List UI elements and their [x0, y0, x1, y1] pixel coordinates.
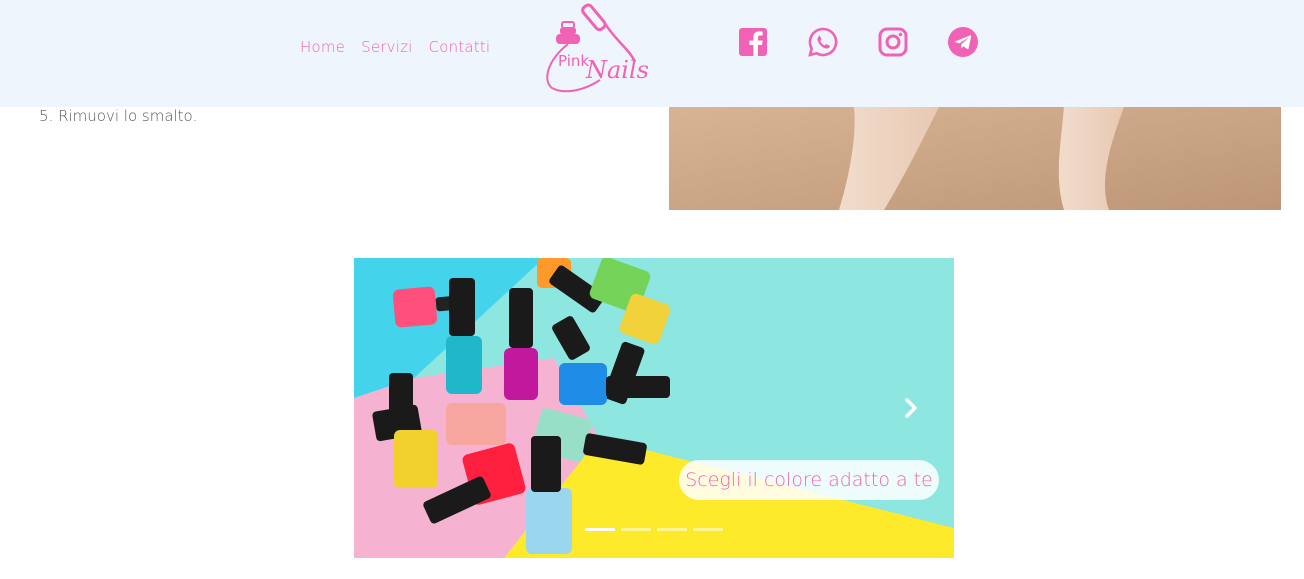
nav-servizi-link[interactable]: Servizi	[361, 38, 412, 56]
instagram-icon[interactable]	[877, 26, 909, 58]
chevron-right-icon	[905, 398, 917, 418]
facebook-icon[interactable]	[737, 26, 769, 58]
carousel-indicator-3[interactable]	[657, 528, 687, 531]
carousel-caption-text: Scegli il colore adatto a te	[685, 469, 933, 491]
logo-graphic: Pink Nails	[546, 3, 649, 93]
pink-nails-logo[interactable]: Pink Nails	[540, 0, 660, 100]
carousel-indicator-1[interactable]	[585, 528, 615, 531]
carousel-caption: Scegli il colore adatto a te	[679, 460, 939, 500]
hands-photo	[669, 107, 1281, 210]
social-links	[737, 26, 979, 58]
nav-home-link[interactable]: Home	[300, 38, 345, 56]
carousel-next-button[interactable]	[898, 395, 924, 421]
carousel-indicator-2[interactable]	[621, 528, 651, 531]
carousel-indicators	[585, 528, 723, 531]
telegram-icon[interactable]	[947, 26, 979, 58]
carousel-slide-image	[354, 258, 954, 558]
logo-text-pink: Pink	[558, 52, 589, 70]
removal-step-text: 5. Rimuovi lo smalto.	[39, 107, 198, 125]
nail-polish-carousel: Scegli il colore adatto a te	[354, 258, 954, 558]
carousel-indicator-4[interactable]	[693, 528, 723, 531]
whatsapp-icon[interactable]	[807, 26, 839, 58]
site-header: Home Servizi Contatti Pink Nails	[0, 0, 1304, 107]
logo-text-nails: Nails	[585, 56, 649, 84]
nav-contatti-link[interactable]: Contatti	[429, 38, 491, 56]
main-nav: Home Servizi Contatti	[300, 38, 490, 56]
